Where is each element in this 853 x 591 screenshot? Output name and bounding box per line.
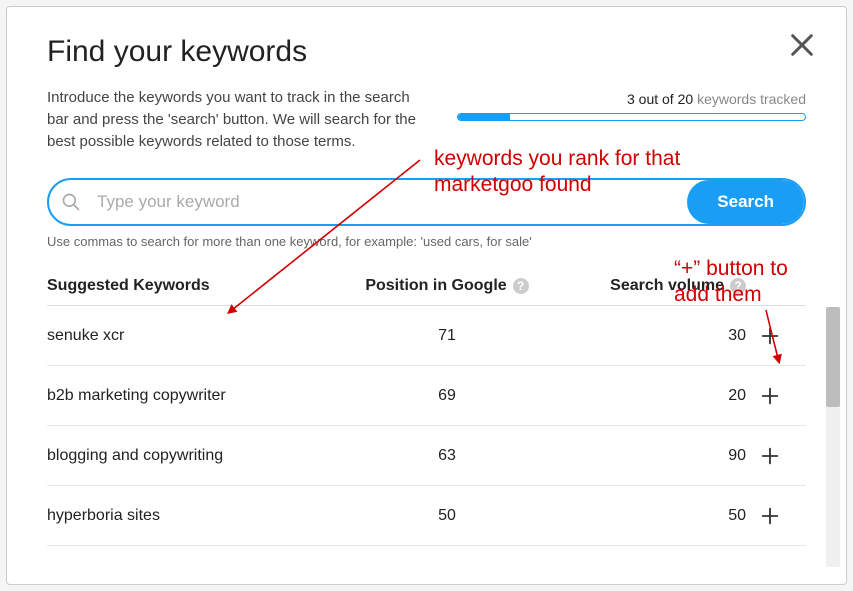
modal-intro: Introduce the keywords you want to track… [47,87,417,152]
cell-position: 69 [347,387,547,405]
scrollbar[interactable] [826,307,840,567]
tracked-used: 3 [627,91,635,107]
cell-keyword: blogging and copywriting [47,447,347,465]
col-header-position: Position in Google ? [347,277,547,295]
search-bar: Search [47,178,806,226]
table-row: b2b marketing copywriter6920 [47,366,806,426]
cell-volume: 50 [547,507,756,525]
cell-keyword: b2b marketing copywriter [47,387,347,405]
close-icon[interactable] [788,31,816,59]
keyword-search-input[interactable] [93,180,687,224]
tracking-count-text: 3 out of 20 keywords tracked [457,91,806,107]
table-header-row: Suggested Keywords Position in Google ? … [47,277,806,306]
cell-position: 63 [347,447,547,465]
cell-position: 71 [347,327,547,345]
tracking-progress-bar [457,113,806,121]
tracked-total: 20 [678,91,694,107]
search-hint: Use commas to search for more than one k… [47,234,806,249]
add-keyword-button[interactable] [756,502,784,530]
cell-action [756,322,806,350]
cell-action [756,442,806,470]
col-header-volume: Search volume ? [547,277,756,295]
tracking-progress-fill [458,114,510,120]
add-keyword-button[interactable] [756,442,784,470]
modal-subheader: Introduce the keywords you want to track… [47,87,806,152]
cell-keyword: hyperboria sites [47,507,347,525]
find-keywords-modal: Find your keywords Introduce the keyword… [6,6,847,585]
help-icon[interactable]: ? [513,278,529,294]
table-body: senuke xcr7130b2b marketing copywriter69… [47,306,806,546]
modal-title: Find your keywords [47,35,806,69]
suggested-keywords-table: Suggested Keywords Position in Google ? … [47,277,806,546]
scrollbar-thumb[interactable] [826,307,840,407]
cell-volume: 90 [547,447,756,465]
tracked-out-of: out of [639,91,674,107]
search-icon [49,180,93,224]
cell-action [756,502,806,530]
cell-volume: 20 [547,387,756,405]
add-keyword-button[interactable] [756,382,784,410]
cell-volume: 30 [547,327,756,345]
col-header-keyword: Suggested Keywords [47,277,347,295]
table-row: hyperboria sites5050 [47,486,806,546]
tracked-units: keywords tracked [697,91,806,107]
add-keyword-button[interactable] [756,322,784,350]
cell-position: 50 [347,507,547,525]
help-icon[interactable]: ? [730,278,746,294]
cell-action [756,382,806,410]
table-row: blogging and copywriting6390 [47,426,806,486]
table-row: senuke xcr7130 [47,306,806,366]
tracking-status: 3 out of 20 keywords tracked [457,87,806,121]
col-header-action [756,277,806,295]
cell-keyword: senuke xcr [47,327,347,345]
search-button[interactable]: Search [687,180,804,224]
